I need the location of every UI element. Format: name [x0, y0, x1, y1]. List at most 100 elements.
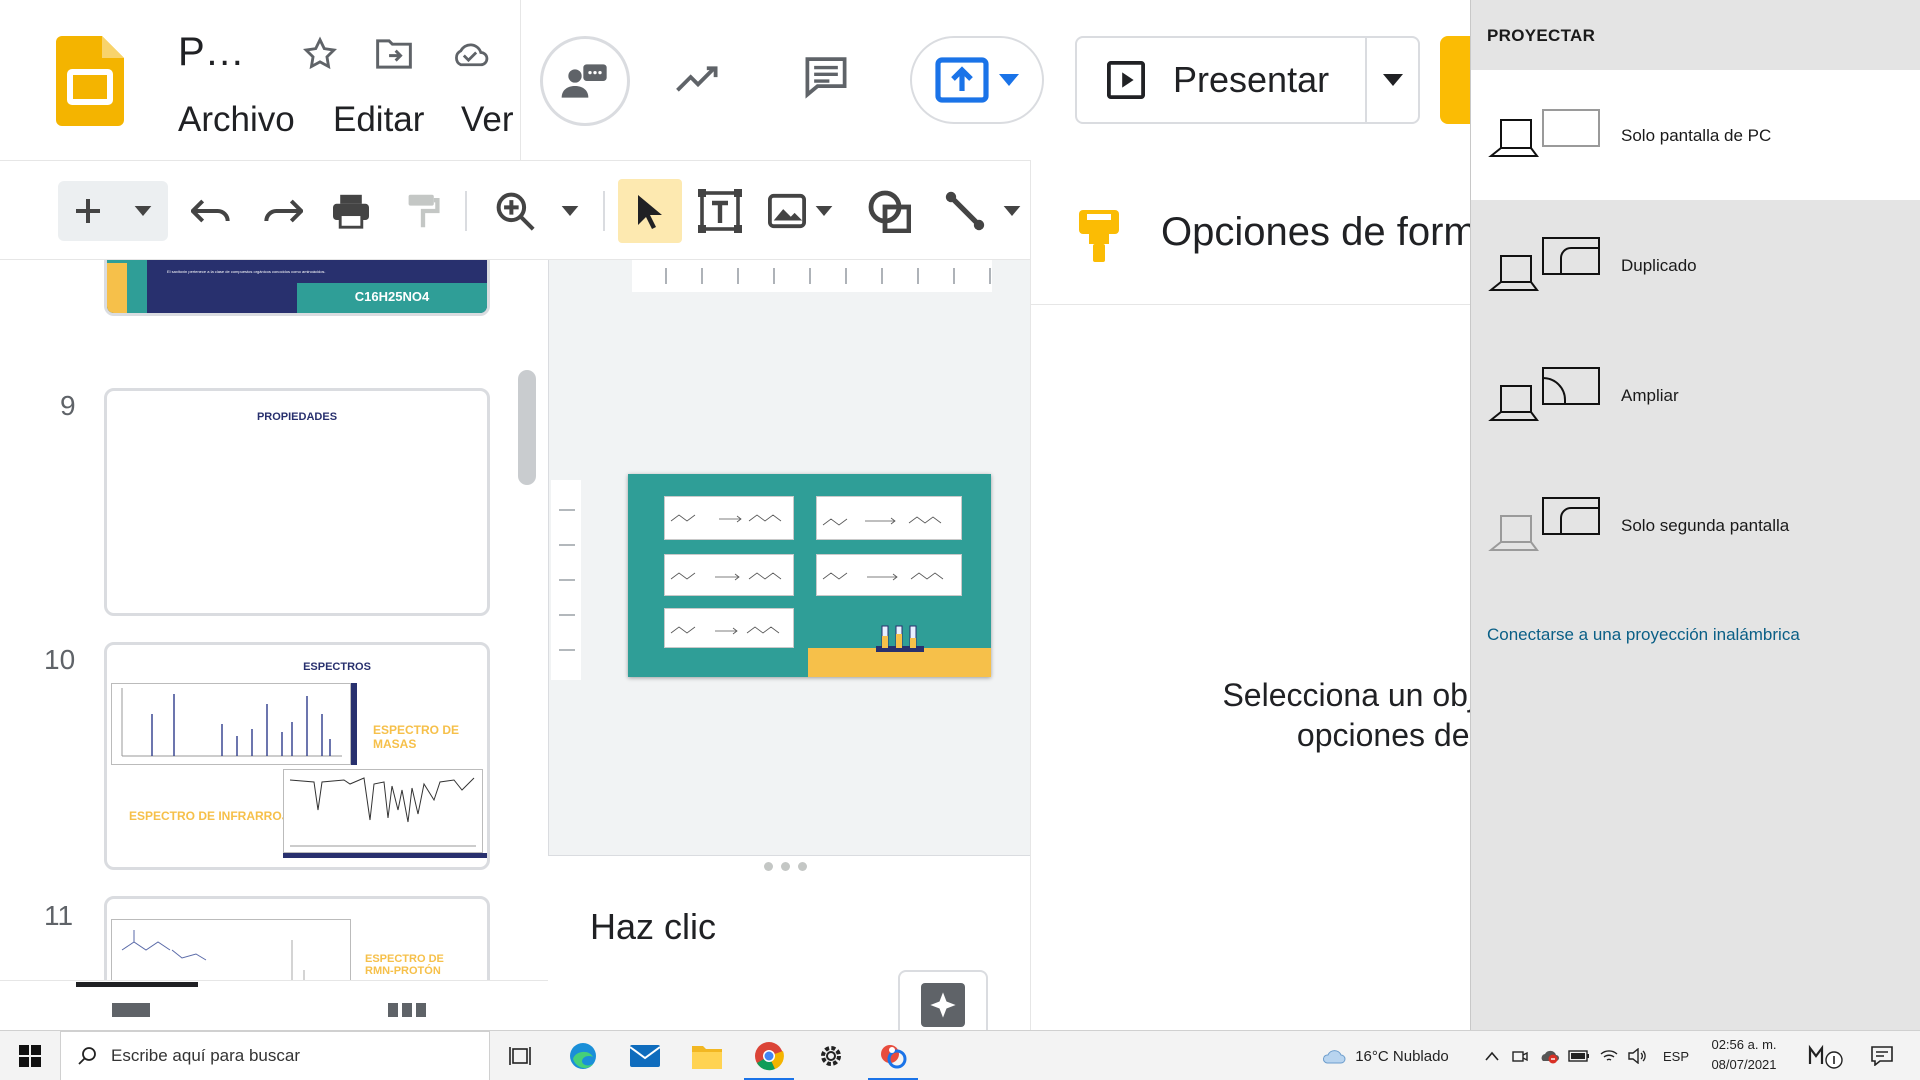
infrared-spectrum-label: ESPECTRO DE INFRARROJO [129, 809, 298, 823]
chevron-down-icon [999, 74, 1019, 86]
slide-thumbnail-9[interactable]: PROPIEDADES [104, 388, 490, 616]
new-slide-button[interactable] [58, 181, 168, 241]
input-language[interactable]: ESP [1656, 1031, 1696, 1080]
slide-number-11: 11 [44, 900, 74, 931]
reaction-step-5 [664, 608, 794, 648]
slide8-caption: El saxitoxin pertenece a la clase de com… [167, 269, 326, 274]
volume-icon[interactable] [1624, 1031, 1650, 1080]
chevron-down-icon [1382, 74, 1403, 86]
file-explorer-icon[interactable] [682, 1031, 732, 1080]
slides-logo-icon[interactable] [56, 36, 124, 126]
reaction-step-1 [664, 496, 794, 540]
vertical-ruler [551, 480, 581, 680]
taskbar-clock[interactable]: 02:56 a. m. 08/07/2021 [1702, 1035, 1786, 1075]
text-box-icon[interactable] [695, 186, 745, 236]
search-icon [78, 1047, 96, 1065]
paint3d-icon[interactable] [868, 1031, 918, 1080]
mass-spectrum-figure [111, 683, 351, 765]
project-option-second-only[interactable]: Solo segunda pantalla [1471, 460, 1920, 590]
shape-icon[interactable] [864, 186, 914, 236]
input-method-icon[interactable] [1804, 1031, 1848, 1080]
image-icon[interactable] [762, 186, 812, 236]
present-upload-icon [935, 57, 989, 103]
edge-icon[interactable] [558, 1031, 608, 1080]
task-view-icon[interactable] [495, 1031, 545, 1080]
reaction-step-4 [816, 554, 962, 596]
project-option-extend[interactable]: Ampliar [1471, 330, 1920, 460]
menu-editar[interactable]: Editar [333, 100, 424, 140]
search-placeholder: Escribe aquí para buscar [111, 1046, 300, 1065]
project-pane-title: PROYECTAR [1487, 26, 1596, 45]
print-icon[interactable] [326, 186, 376, 236]
format-options-header: Opciones de form [1031, 160, 1477, 305]
chrome-icon[interactable] [744, 1031, 794, 1080]
project-pane: PROYECTAR Solo pantalla de PC Duplicado … [1470, 0, 1920, 1030]
activity-trend-icon[interactable] [676, 58, 720, 102]
mail-icon[interactable] [620, 1031, 670, 1080]
paint-format-icon[interactable] [398, 186, 448, 236]
molecule-icon: NH₂ [257, 260, 337, 261]
screen: P… Archivo Editar Ver Presentar El saxit… [0, 0, 1920, 1080]
comments-icon[interactable] [804, 54, 848, 99]
notification-center-icon[interactable] [1862, 1031, 1902, 1080]
second-screen-only-icon [1488, 497, 1600, 551]
zoom-dropdown-icon[interactable] [545, 186, 595, 236]
format-options-title: Opciones de form [1161, 210, 1477, 254]
wifi-icon[interactable] [1596, 1031, 1622, 1080]
menu-archivo[interactable]: Archivo [178, 100, 295, 140]
slide-number-10: 10 [44, 644, 76, 675]
cloud-saved-icon[interactable] [448, 32, 492, 76]
slide-thumbnail-11[interactable]: ESPECTRO DE RMN-PROTÓN [104, 896, 490, 980]
weather-widget[interactable]: 16°C Nublado [1310, 1031, 1460, 1080]
current-slide[interactable] [628, 474, 991, 677]
slide-thumbnail-10[interactable]: ESPECTROS ESPECTRO DE MASAS ESPECTRO DE … [104, 642, 490, 870]
star-icon[interactable] [298, 32, 342, 76]
project-option-duplicate[interactable]: Duplicado [1471, 200, 1920, 330]
project-option-label: Solo segunda pantalla [1621, 516, 1790, 535]
clock-time: 02:56 a. m. [1711, 1037, 1777, 1052]
document-title[interactable]: P… [178, 30, 245, 75]
speaker-notes-placeholder[interactable]: Haz clic [590, 906, 716, 948]
settings-gear-icon[interactable] [806, 1031, 856, 1080]
zoom-icon[interactable] [490, 186, 540, 236]
horizontal-ruler [632, 260, 992, 292]
present-dropdown[interactable] [1367, 74, 1418, 86]
line-dropdown-icon[interactable] [994, 186, 1030, 236]
slide-number-9: 9 [60, 390, 76, 421]
line-icon[interactable] [940, 186, 990, 236]
windows-taskbar: Escribe aquí para buscar 16°C Nublado ES… [0, 1030, 1920, 1080]
play-slideshow-icon [1107, 61, 1145, 99]
tray-chevron-up-icon[interactable] [1480, 1031, 1504, 1080]
filmstrip-view-icon[interactable] [112, 1003, 150, 1017]
present-options-pill[interactable] [910, 36, 1044, 124]
present-button[interactable]: Presentar [1077, 38, 1367, 122]
move-to-folder-icon[interactable] [372, 32, 416, 76]
slide-thumbnail-8[interactable]: NH₂ El saxitoxin pertenece a la clase de… [104, 260, 490, 316]
grid-view-icon[interactable] [388, 1003, 426, 1017]
extend-icon [1488, 367, 1600, 421]
notes-resize-handle[interactable] [764, 862, 807, 871]
undo-icon[interactable] [186, 186, 236, 236]
select-cursor-icon[interactable] [625, 186, 675, 236]
taskbar-search-box[interactable]: Escribe aquí para buscar [60, 1031, 490, 1080]
plus-icon [76, 199, 100, 223]
redo-icon[interactable] [258, 186, 308, 236]
connect-wireless-link[interactable]: Conectarse a una proyección inalámbrica [1487, 625, 1800, 645]
nmr-spectrum-label: ESPECTRO DE RMN-PROTÓN [365, 953, 444, 977]
meet-button[interactable] [540, 36, 630, 126]
windows-start-icon[interactable] [0, 1031, 60, 1080]
battery-icon[interactable] [1566, 1031, 1592, 1080]
toolbar-divider [603, 191, 605, 231]
present-label: Presentar [1173, 59, 1330, 100]
project-option-pc-only[interactable]: Solo pantalla de PC [1471, 70, 1920, 200]
menu-ver[interactable]: Ver [461, 100, 514, 140]
filmstrip-scrollbar[interactable] [518, 370, 536, 485]
cloud-icon [1323, 1050, 1346, 1064]
slides-header: P… Archivo Editar Ver [0, 0, 520, 160]
onedrive-status-icon[interactable] [1536, 1031, 1562, 1080]
project-option-label: Solo pantalla de PC [1621, 126, 1772, 145]
meet-now-icon[interactable] [1508, 1031, 1532, 1080]
format-options-panel: Opciones de form Selecciona un objeto op… [1030, 160, 1520, 1030]
reaction-step-3 [664, 554, 794, 596]
image-dropdown-icon[interactable] [806, 186, 842, 236]
